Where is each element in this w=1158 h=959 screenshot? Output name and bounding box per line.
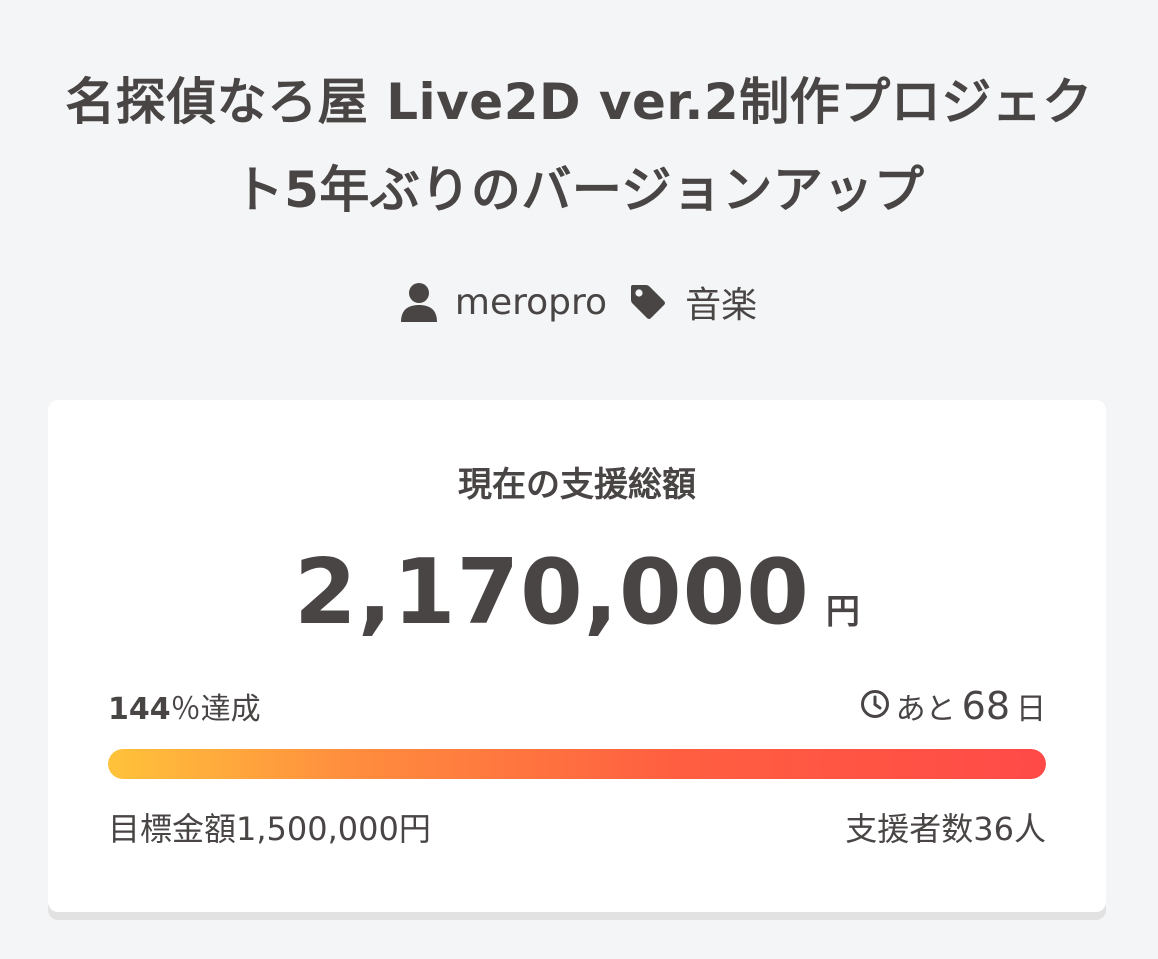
- goal-amount: 目標金額1,500,000円: [108, 810, 431, 848]
- achievement-rate: 144％達成: [108, 684, 261, 728]
- funding-card: 現在の支援総額 2,170,000 円 144％達成 あと 68 日 目標金額1…: [48, 400, 1106, 912]
- funding-currency: 円: [825, 592, 860, 632]
- remaining-time: あと 68 日: [860, 684, 1046, 728]
- achievement-percent: 144: [108, 692, 171, 727]
- project-page: 名探偵なろ屋 Live2D ver.2制作プロジェクト5年ぶりのバージョンアップ…: [0, 0, 1158, 959]
- funding-progress-fill: [108, 749, 1046, 779]
- remaining-prefix: あと: [895, 692, 956, 727]
- category-name: 音楽: [685, 285, 758, 326]
- project-title: 名探偵なろ屋 Live2D ver.2制作プロジェクト5年ぶりのバージョンアップ: [65, 73, 1093, 219]
- tag-icon: [629, 283, 667, 321]
- funding-amount-row: 2,170,000 円: [48, 538, 1106, 648]
- achievement-suffix: ％達成: [170, 692, 261, 727]
- remaining-days: 68: [961, 684, 1010, 728]
- funding-label: 現在の支援総額: [458, 465, 696, 505]
- category-link[interactable]: 音楽: [629, 276, 757, 328]
- funding-progress-bar: [108, 749, 1046, 779]
- funding-stats-top: 144％達成 あと 68 日: [108, 684, 1046, 732]
- author-link[interactable]: meropro: [400, 281, 608, 323]
- clock-icon: [860, 689, 890, 727]
- backer-count: 支援者数36人: [845, 810, 1046, 848]
- project-meta: meropro 音楽: [0, 272, 1158, 332]
- remaining-suffix: 日: [1016, 692, 1046, 727]
- user-icon: [400, 282, 437, 322]
- author-name: meropro: [454, 281, 608, 323]
- funding-amount: 2,170,000: [294, 540, 810, 645]
- funding-stats-bottom: 目標金額1,500,000円 支援者数36人: [108, 804, 1046, 854]
